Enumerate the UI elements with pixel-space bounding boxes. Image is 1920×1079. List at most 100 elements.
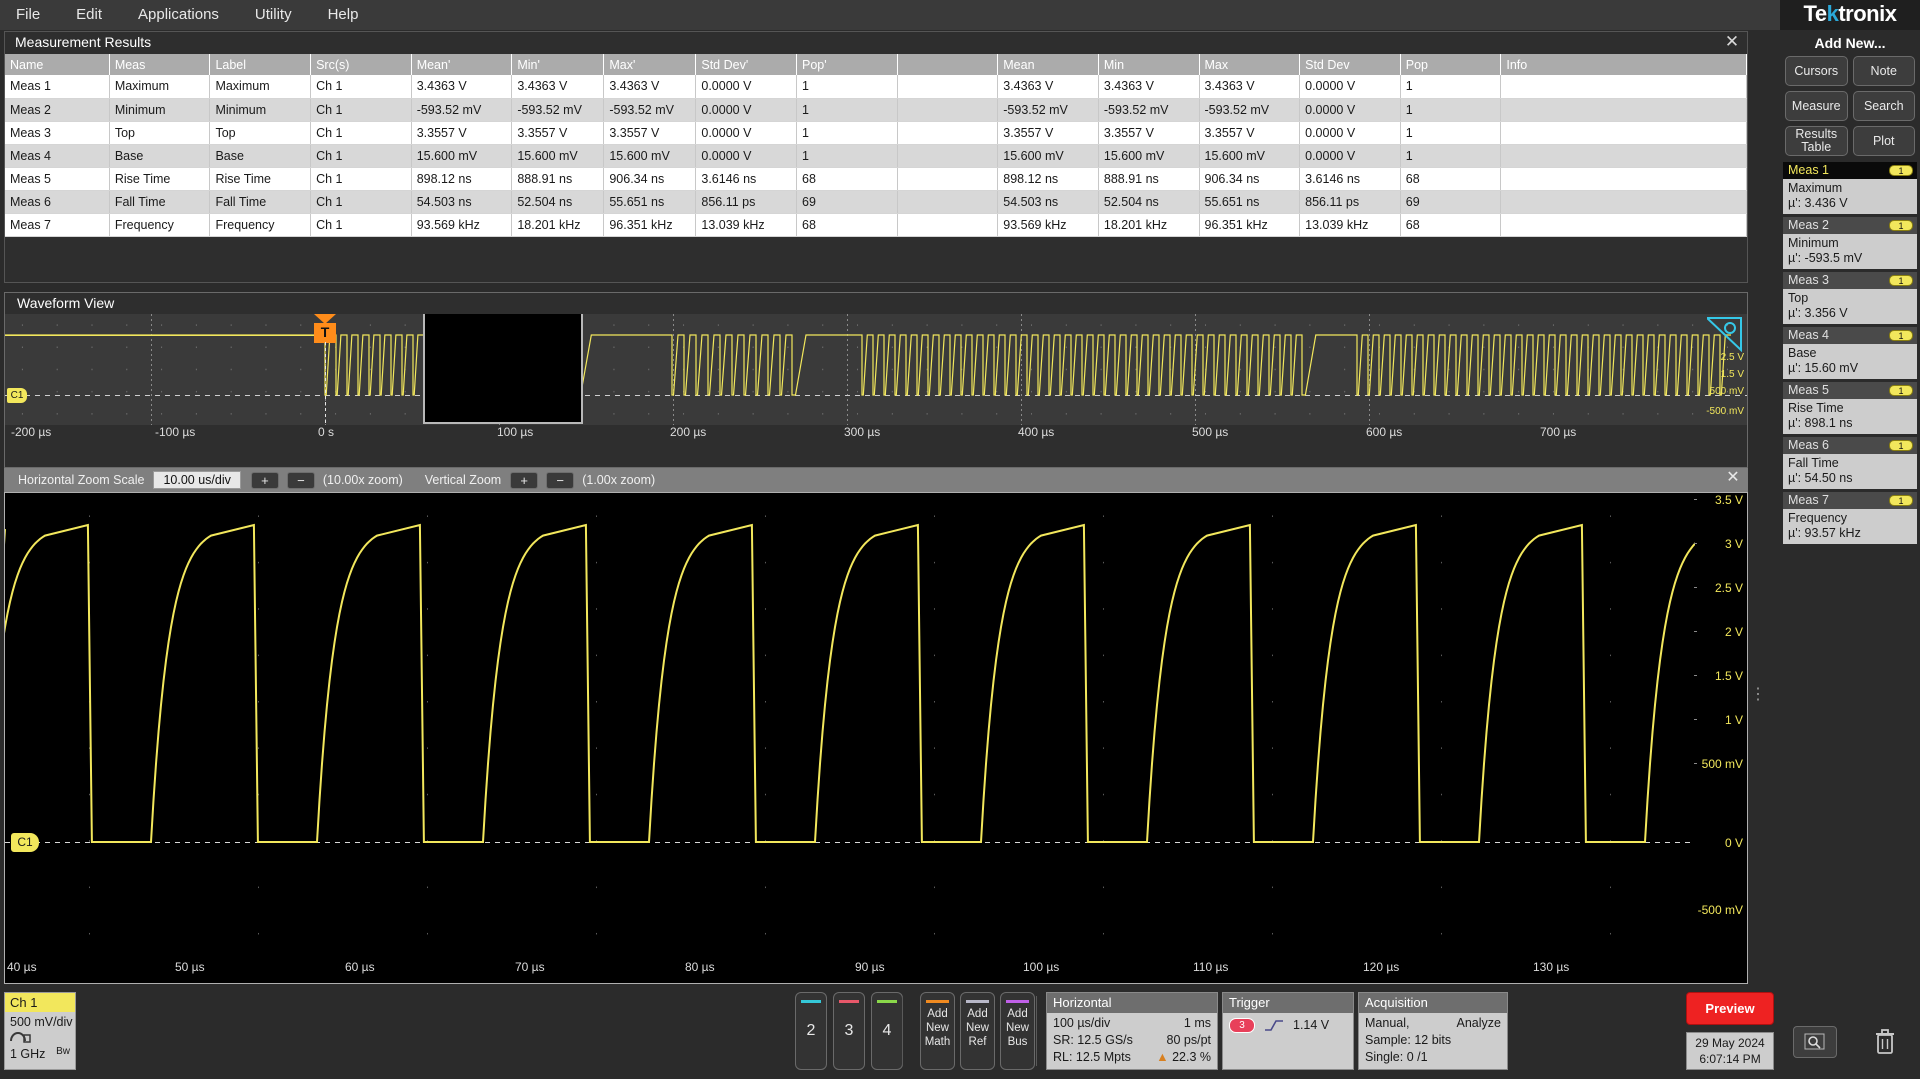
add-cursors-button[interactable]: Cursors — [1785, 56, 1848, 86]
channel-1-badge[interactable]: Ch 1 500 mV/div 1 GHz Bw — [4, 992, 76, 1070]
cell-info — [1500, 213, 1747, 237]
vertical-zoom-increase-button[interactable]: + — [510, 471, 539, 489]
badge-header: Meas 4 1 — [1783, 327, 1917, 344]
measurement-badge-meas5[interactable]: Meas 5 1 Rise Time µ': 898.1 ns — [1783, 382, 1917, 434]
add-new-bus-button[interactable]: Add New Bus — [1000, 992, 1035, 1070]
horizontal-zoom-decrease-button[interactable]: − — [286, 471, 315, 489]
add-new-math-button[interactable]: Add New Math — [920, 992, 955, 1070]
trigger-panel[interactable]: Trigger 3 1.14 V — [1222, 992, 1354, 1070]
close-icon[interactable]: ✕ — [1723, 33, 1741, 52]
add-results-table-button[interactable]: Results Table — [1785, 126, 1848, 156]
col-min[interactable]: Min — [1098, 54, 1200, 75]
cell-mean-prime: 54.503 ns — [411, 190, 513, 214]
menu-item-utility[interactable]: Utility — [237, 0, 310, 30]
col-srcs[interactable]: Src(s) — [310, 54, 412, 75]
col-stddev[interactable]: Std Dev — [1299, 54, 1401, 75]
trigger-marker-icon[interactable]: T — [314, 314, 336, 344]
table-row[interactable]: Meas 4 Base Base Ch 1 15.600 mV 15.600 m… — [5, 144, 1747, 168]
col-pop-prime[interactable]: Pop' — [796, 54, 898, 75]
close-icon[interactable]: ✕ — [1724, 470, 1742, 488]
preview-button[interactable]: Preview — [1686, 992, 1774, 1025]
table-row[interactable]: Meas 7 Frequency Frequency Ch 1 93.569 k… — [5, 213, 1747, 237]
zoom-indicator-icon[interactable] — [1707, 316, 1743, 352]
channel-2-button[interactable]: 2 — [795, 992, 827, 1070]
menu-item-edit[interactable]: Edit — [58, 0, 120, 30]
channel-3-color-bar — [839, 1000, 859, 1003]
table-row[interactable]: Meas 1 Maximum Maximum Ch 1 3.4363 V 3.4… — [5, 75, 1747, 99]
col-label[interactable]: Label — [209, 54, 312, 75]
cell-meas: Fall Time — [109, 190, 211, 214]
channel-3-button[interactable]: 3 — [833, 992, 865, 1070]
measurement-badge-meas1[interactable]: Meas 1 1 Maximum µ': 3.436 V — [1783, 162, 1917, 214]
add-measure-button[interactable]: Measure — [1785, 91, 1848, 121]
zoom-selection-box[interactable] — [423, 314, 583, 424]
horizontal-zoom-scale-input[interactable]: 10.00 us/div — [153, 471, 241, 489]
channel-1-reference-badge[interactable]: C1 — [11, 833, 39, 852]
channel-1-reference-badge[interactable]: C1 — [7, 388, 27, 403]
measurement-badge-meas7[interactable]: Meas 7 1 Frequency µ': 93.57 kHz — [1783, 492, 1917, 544]
col-max[interactable]: Max — [1199, 54, 1301, 75]
scale-tick-mark — [1694, 675, 1697, 676]
table-row[interactable]: Meas 5 Rise Time Rise Time Ch 1 898.12 n… — [5, 167, 1747, 191]
add-note-button[interactable]: Note — [1852, 56, 1915, 86]
divider — [1036, 996, 1037, 1066]
add-new-ref-button[interactable]: Add New Ref — [960, 992, 995, 1070]
badge-source-pill: 1 — [1889, 495, 1913, 506]
cell-max-prime: 15.600 mV — [603, 144, 697, 168]
add-new-buttons: Add New Math Add New Ref Add New Bus — [920, 992, 1035, 1070]
badge-header: Meas 6 1 — [1783, 437, 1917, 454]
col-stddev-prime[interactable]: Std Dev' — [695, 54, 797, 75]
col-mean[interactable]: Mean — [997, 54, 1099, 75]
col-mean-prime[interactable]: Mean' — [411, 54, 513, 75]
col-pop[interactable]: Pop — [1400, 54, 1502, 75]
table-row[interactable]: Meas 6 Fall Time Fall Time Ch 1 54.503 n… — [5, 190, 1747, 214]
horizontal-zoom-increase-button[interactable]: + — [250, 471, 279, 489]
table-row[interactable]: Meas 2 Minimum Minimum Ch 1 -593.52 mV -… — [5, 98, 1747, 122]
add-search-button[interactable]: Search — [1852, 91, 1915, 121]
acquisition-panel[interactable]: Acquisition Manual, Analyze Sample: 12 b… — [1358, 992, 1508, 1070]
badge-source-pill: 1 — [1889, 165, 1913, 176]
cell-src: Ch 1 — [310, 213, 412, 237]
measurement-badge-meas4[interactable]: Meas 4 1 Base µ': 15.60 mV — [1783, 327, 1917, 379]
trash-icon[interactable] — [1863, 1026, 1907, 1058]
measurement-badge-list: Meas 1 1 Maximum µ': 3.436 V Meas 2 1 Mi… — [1780, 162, 1920, 544]
measurement-badge-meas2[interactable]: Meas 2 1 Minimum µ': -593.5 mV — [1783, 217, 1917, 269]
volt-tick: 500 mV — [1701, 757, 1743, 771]
measurement-badge-meas6[interactable]: Meas 6 1 Fall Time µ': 54.50 ns — [1783, 437, 1917, 489]
cell-label: Base — [209, 144, 312, 168]
menu-item-help[interactable]: Help — [310, 0, 377, 30]
col-min-prime[interactable]: Min' — [511, 54, 605, 75]
overview-time-tick: -100 µs — [155, 425, 196, 439]
menu-item-applications[interactable]: Applications — [120, 0, 237, 30]
badge-meas-type: Minimum — [1788, 236, 1839, 250]
add-plot-button[interactable]: Plot — [1852, 126, 1915, 156]
panel-drag-handle[interactable]: ⋮ — [1750, 687, 1766, 720]
cell-min: 3.4363 V — [1098, 75, 1200, 99]
volt-tick: 3 V — [1724, 537, 1743, 551]
overview-volt-tick: -500 mV — [1706, 406, 1744, 417]
date-text: 29 May 2024 — [1695, 1036, 1765, 1050]
menu-item-file[interactable]: File — [0, 0, 58, 30]
channel-4-button[interactable]: 4 — [871, 992, 903, 1070]
main-zoom-waveform[interactable]: 3.5 V 3 V 2.5 V 2 V 1.5 V 1 V 500 mV 0 V… — [4, 492, 1748, 984]
scale-tick-mark — [1694, 719, 1697, 720]
time-tick: 110 µs — [1193, 960, 1229, 974]
zoom-icon[interactable] — [1793, 1025, 1837, 1058]
col-name[interactable]: Name — [5, 54, 110, 75]
cell-pop-prime: 68 — [796, 213, 898, 237]
oscilloscope-app: File Edit Applications Utility Help Meas… — [0, 0, 1920, 1079]
waveform-overview[interactable]: T C1 2.5 V 1.5 V 500 mV -500 mV — [5, 314, 1747, 425]
col-meas[interactable]: Meas — [109, 54, 211, 75]
col-info[interactable]: Info — [1500, 54, 1747, 75]
vertical-zoom-decrease-button[interactable]: − — [546, 471, 575, 489]
col-max-prime[interactable]: Max' — [603, 54, 697, 75]
overview-time-tick: 600 µs — [1366, 425, 1403, 439]
table-row[interactable]: Meas 3 Top Top Ch 1 3.3557 V 3.3557 V 3.… — [5, 121, 1747, 145]
cell-src: Ch 1 — [310, 98, 412, 122]
badge-header: Meas 7 1 — [1783, 492, 1917, 509]
measurement-badge-meas3[interactable]: Meas 3 1 Top µ': 3.356 V — [1783, 272, 1917, 324]
badge-value: µ': 898.1 ns — [1788, 416, 1853, 430]
horizontal-panel[interactable]: Horizontal 100 µs/div 1 ms SR: 12.5 GS/s… — [1046, 992, 1218, 1070]
cell-meas: Minimum — [109, 98, 211, 122]
badge-source-pill: 1 — [1889, 220, 1913, 231]
